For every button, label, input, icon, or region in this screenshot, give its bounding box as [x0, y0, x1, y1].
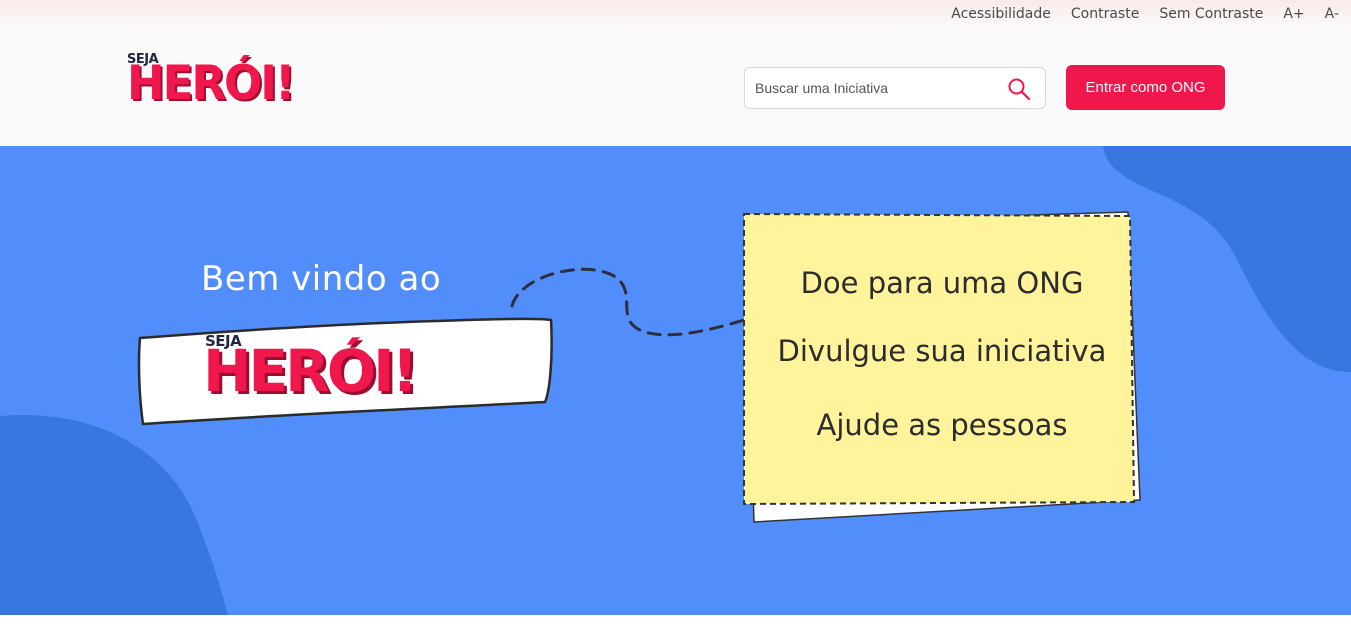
accessibility-bar: Acessibilidade Contraste Sem Contraste A…	[0, 0, 1351, 29]
note-item-share: Divulgue sua iniciativa	[777, 334, 1107, 368]
accessibility-link[interactable]: Acessibilidade	[951, 6, 1051, 22]
site-logo[interactable]: SEJA HERÓI!	[127, 52, 307, 116]
font-increase-link[interactable]: A+	[1283, 6, 1304, 22]
sticky-note: Doe para uma ONG Divulgue sua iniciativa…	[742, 208, 1144, 526]
no-contrast-link[interactable]: Sem Contraste	[1159, 6, 1263, 22]
font-decrease-link[interactable]: A-	[1325, 6, 1339, 22]
contrast-link[interactable]: Contraste	[1071, 6, 1139, 22]
welcome-heading: Bem vindo ao	[201, 259, 442, 299]
logo-big-text: HERÓI!	[127, 54, 296, 111]
search-box	[744, 67, 1046, 109]
badge-big-text: HERÓI!	[203, 337, 418, 405]
accessibility-links: Acessibilidade Contraste Sem Contraste A…	[951, 6, 1339, 22]
search-icon[interactable]	[1007, 77, 1031, 101]
site-header: SEJA HERÓI! Entrar como ONG	[0, 29, 1351, 146]
login-ong-button[interactable]: Entrar como ONG	[1066, 65, 1225, 110]
note-item-donate: Doe para uma ONG	[800, 266, 1084, 300]
note-item-help: Ajude as pessoas	[816, 408, 1068, 442]
hero-logo-badge: SEJA HERÓI!	[137, 316, 553, 426]
search-input[interactable]	[755, 68, 995, 108]
hero-banner: Bem vindo ao SEJA HERÓI! Doe para uma ON…	[0, 146, 1351, 615]
